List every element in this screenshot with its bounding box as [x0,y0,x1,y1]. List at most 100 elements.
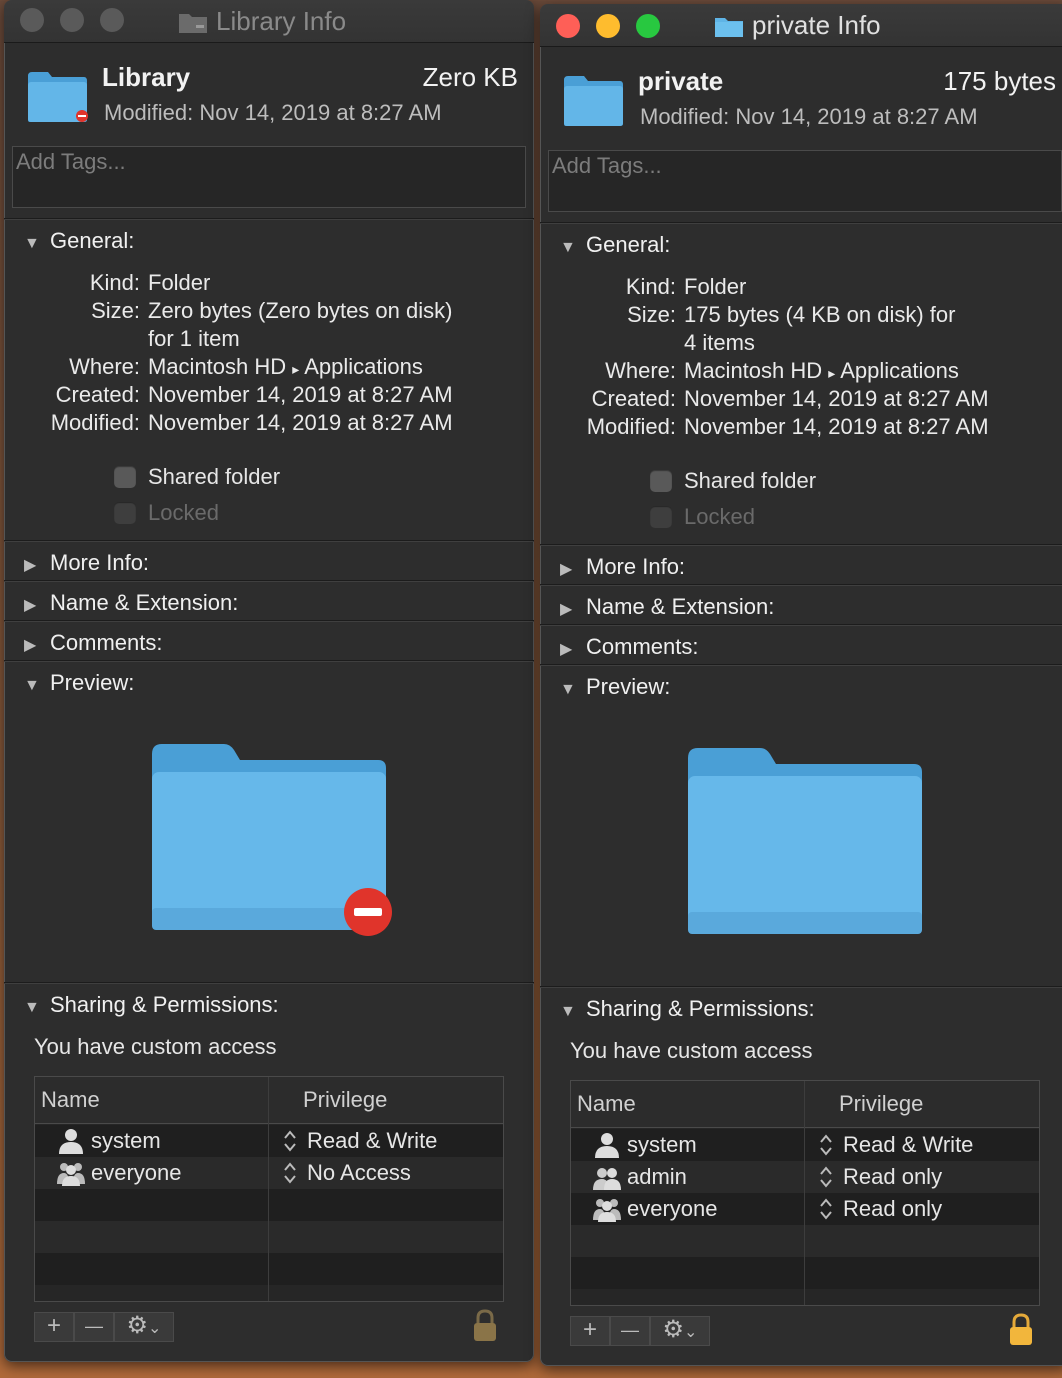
divider [4,660,534,661]
stepper-icon[interactable] [819,1133,833,1157]
close-button[interactable] [556,14,580,38]
more-info-disclosure[interactable]: ▶ More Info: [24,550,149,576]
disclosure-closed-icon: ▶ [24,557,37,574]
name-column-header[interactable]: Name [41,1087,100,1113]
table-row[interactable]: system Read & Write [571,1129,1039,1161]
empty-row [35,1221,503,1253]
permissions-toolbar: + — ⚙⌄ [570,1316,710,1346]
item-name: private [638,66,724,96]
close-button[interactable] [20,8,44,32]
name-column-header[interactable]: Name [577,1091,636,1117]
shared-folder-checkbox[interactable]: Shared folder [650,468,816,494]
stepper-icon[interactable] [283,1129,297,1153]
zoom-button[interactable] [100,8,124,32]
privilege-column-header[interactable]: Privilege [839,1091,923,1117]
disclosure-closed-icon: ▶ [24,637,37,654]
path-separator-icon: ▸ [292,361,300,377]
remove-user-button[interactable]: — [74,1312,114,1342]
disclosure-closed-icon: ▶ [560,641,573,658]
folder-preview-icon [688,748,922,934]
titlebar[interactable]: private Info [540,4,1062,47]
window-title: Library Info [178,6,346,37]
action-menu-button[interactable]: ⚙⌄ [650,1316,710,1346]
item-name: Library [102,62,191,92]
table-row[interactable]: everyone Read only [571,1193,1039,1225]
preview-disclosure[interactable]: ▼ Preview: [24,670,134,696]
divider [4,218,534,219]
sharing-permissions-disclosure[interactable]: ▼ Sharing & Permissions: [560,996,815,1022]
path-separator-icon: ▸ [828,365,836,381]
divider [540,986,1062,987]
sharing-permissions-disclosure[interactable]: ▼ Sharing & Permissions: [24,992,279,1018]
folder-icon [179,14,207,33]
general-disclosure[interactable]: ▼ General: [24,228,134,254]
locked-checkbox: Locked [650,504,755,530]
divider [4,620,534,621]
folder-preview-icon [152,744,392,936]
shared-folder-checkbox[interactable]: Shared folder [114,464,280,490]
folder-icon [564,76,623,126]
lock-icon[interactable] [1008,1312,1034,1346]
gear-icon: ⚙ [126,1312,149,1339]
stepper-icon[interactable] [819,1197,833,1221]
private-info-window: private Info private 175 bytes Modified:… [540,4,1062,1366]
tags-input[interactable]: Add Tags... [548,150,1062,212]
checkbox-box [650,506,672,528]
item-size: 175 bytes [943,66,1056,96]
disclosure-closed-icon: ▶ [560,561,573,578]
preview-disclosure[interactable]: ▼ Preview: [560,674,670,700]
table-row[interactable]: admin Read only [571,1161,1039,1193]
library-info-window: Library Info Library Zero KB Modified: N… [4,0,534,1362]
item-size: Zero KB [422,62,518,92]
name-extension-disclosure[interactable]: ▶ Name & Extension: [24,590,238,616]
divider [4,580,534,581]
column-divider [268,1077,269,1301]
more-info-disclosure[interactable]: ▶ More Info: [560,554,685,580]
privilege-column-header[interactable]: Privilege [303,1087,387,1113]
minimize-button[interactable] [60,8,84,32]
comments-disclosure[interactable]: ▶ Comments: [560,634,698,660]
divider [540,664,1062,665]
add-user-button[interactable]: + [34,1312,74,1342]
single-user-icon [595,1133,619,1158]
single-user-icon [59,1129,83,1154]
disclosure-open-icon: ▼ [560,239,576,256]
column-divider [804,1081,805,1305]
titlebar[interactable]: Library Info [4,0,534,43]
disclosure-open-icon: ▼ [24,677,40,694]
checkbox-box [114,466,136,488]
table-header: Name Privilege [571,1081,1039,1128]
minimize-button[interactable] [596,14,620,38]
window-title: private Info [714,10,881,41]
remove-user-button[interactable]: — [610,1316,650,1346]
divider [540,624,1062,625]
permissions-table: Name Privilege system Read & Write every… [34,1076,504,1302]
table-header: Name Privilege [35,1077,503,1124]
disclosure-open-icon: ▼ [560,1003,576,1020]
access-summary: You have custom access [570,1038,813,1063]
table-row[interactable]: everyone No Access [35,1157,503,1189]
permissions-toolbar: + — ⚙⌄ [34,1312,174,1342]
table-row[interactable]: system Read & Write [35,1125,503,1157]
disclosure-closed-icon: ▶ [24,597,37,614]
chevron-down-icon: ⌄ [148,1320,162,1337]
locked-checkbox: Locked [114,500,219,526]
disclosure-closed-icon: ▶ [560,601,573,618]
stepper-icon[interactable] [283,1161,297,1185]
add-user-button[interactable]: + [570,1316,610,1346]
lock-icon[interactable] [472,1308,498,1342]
action-menu-button[interactable]: ⚙⌄ [114,1312,174,1342]
folder-icon [715,18,743,37]
stepper-icon[interactable] [819,1165,833,1189]
folder-icon [28,72,88,122]
divider [540,544,1062,545]
name-extension-disclosure[interactable]: ▶ Name & Extension: [560,594,774,620]
chevron-down-icon: ⌄ [684,1324,698,1341]
disclosure-open-icon: ▼ [24,999,40,1016]
checkbox-box [650,470,672,492]
comments-disclosure[interactable]: ▶ Comments: [24,630,162,656]
tags-input[interactable]: Add Tags... [12,146,526,208]
zoom-button[interactable] [636,14,660,38]
checkbox-box [114,502,136,524]
general-disclosure[interactable]: ▼ General: [560,232,670,258]
